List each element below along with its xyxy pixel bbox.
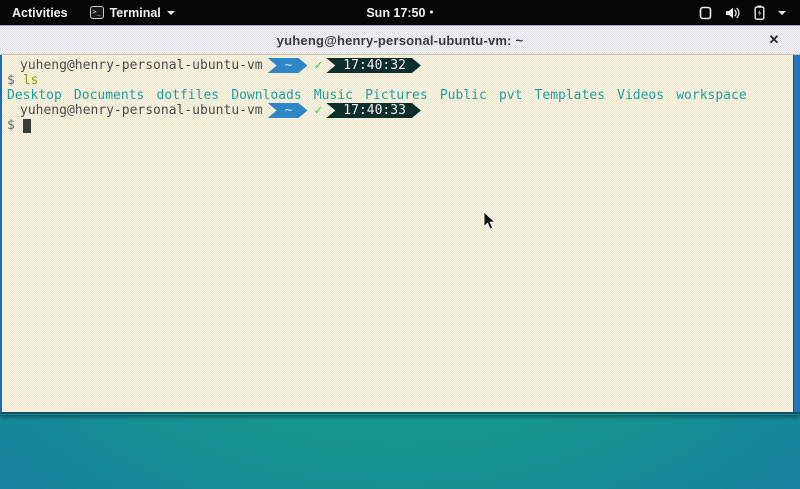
prompt-user-host: yuheng@henry-personal-ubuntu-vm [4,58,263,73]
directory-name: Downloads [231,88,301,103]
terminal-window: yuheng@henry-personal-ubuntu-vm: ~ ✕ yuh… [0,25,800,415]
prompt-dollar: $ [4,73,15,88]
chevron-down-icon [167,11,175,15]
powerline-cwd-segment: ~ [268,103,308,118]
prompt-line: yuheng@henry-personal-ubuntu-vm ~ ✓ 17:4… [4,58,788,73]
window-title: yuheng@henry-personal-ubuntu-vm: ~ [277,33,524,48]
screen-icon [699,6,712,20]
input-line: $ [4,118,788,133]
prompt-user-host: yuheng@henry-personal-ubuntu-vm [4,103,263,118]
status-check-icon: ✓ [314,103,322,118]
volume-icon [725,6,741,20]
directory-name: Desktop [7,88,62,103]
prompt-dollar: $ [4,118,15,133]
terminal-scrollbar[interactable] [793,55,800,412]
text-cursor-block [23,119,31,133]
powerline-cwd-segment: ~ [268,58,308,73]
activities-button[interactable]: Activities [0,0,80,25]
directory-name: Pictures [365,88,428,103]
terminal-icon: >_ [90,6,104,19]
directory-name: Documents [74,88,144,103]
app-menu-terminal[interactable]: >_ Terminal [80,0,185,25]
clock-label: Sun 17:50 [366,6,425,20]
directory-name: Videos [617,88,664,103]
directory-name: workspace [676,88,746,103]
activities-label: Activities [12,6,68,20]
directory-name: Templates [535,88,605,103]
terminal-screen[interactable]: yuheng@henry-personal-ubuntu-vm ~ ✓ 17:4… [0,55,800,414]
chevron-down-icon [778,11,786,15]
powerline-time-segment: 17:40:32 [326,58,421,73]
close-button[interactable]: ✕ [765,31,783,49]
command-line: $ ls [4,73,788,88]
powerline-time-segment: 17:40:33 [326,103,421,118]
directory-name: Public [440,88,487,103]
directory-name: dotfiles [157,88,220,103]
prompt-line: yuheng@henry-personal-ubuntu-vm ~ ✓ 17:4… [4,103,788,118]
battery-charging-icon [754,5,765,20]
directory-name: Music [314,88,353,103]
window-titlebar[interactable]: yuheng@henry-personal-ubuntu-vm: ~ ✕ [0,25,800,55]
app-menu-label: Terminal [110,6,161,20]
top-bar: Activities >_ Terminal Sun 17:50 ● [0,0,800,25]
ls-output-line: Desktop Documents dotfiles Downloads Mus… [4,88,788,103]
system-tray[interactable] [699,0,800,25]
typed-command: ls [23,73,39,88]
notification-dot: ● [429,9,433,16]
status-check-icon: ✓ [314,58,322,73]
directory-name: pvt [499,88,522,103]
